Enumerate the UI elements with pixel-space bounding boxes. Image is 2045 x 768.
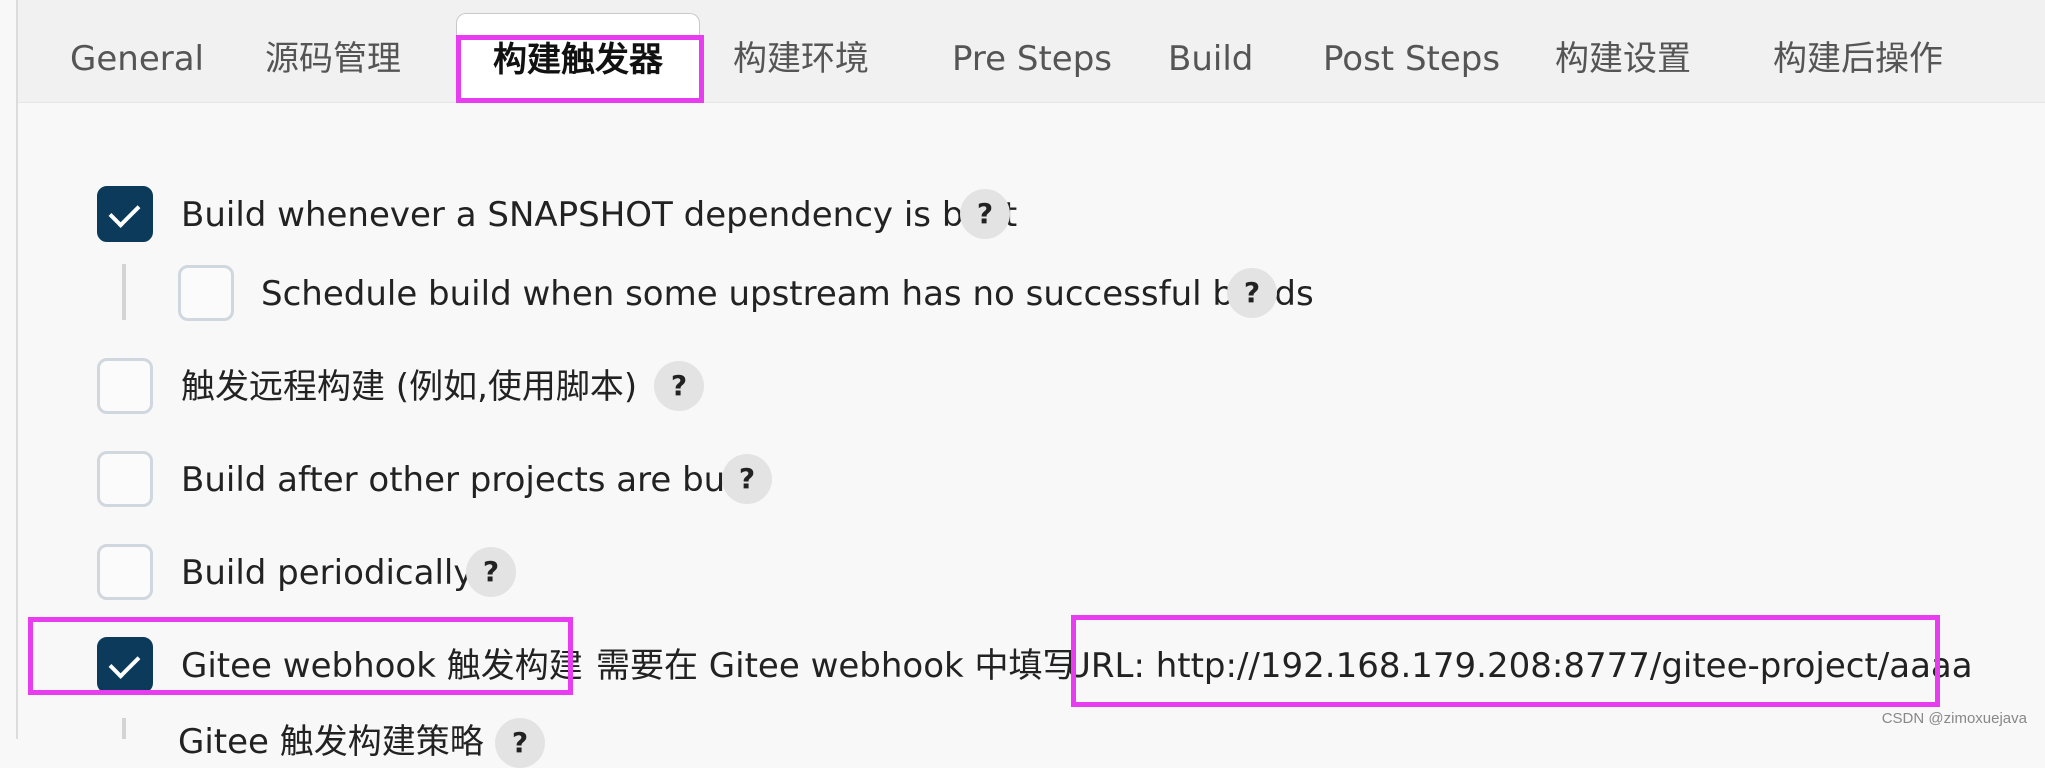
help-icon[interactable]: ? [466, 547, 516, 597]
help-icon[interactable]: ? [495, 718, 545, 768]
snapshot-dependency-label: Build whenever a SNAPSHOT dependency is … [181, 195, 1018, 235]
tab-post-steps[interactable]: Post Steps [1323, 0, 1500, 102]
tab-build-settings[interactable]: 构建设置 [1555, 0, 1691, 102]
page-left-border [16, 0, 18, 739]
tab-post-build-actions[interactable]: 构建后操作 [1773, 0, 1943, 102]
gitee-trigger-policy-label: Gitee 触发构建策略 [178, 722, 484, 762]
tab-build[interactable]: Build [1168, 0, 1253, 102]
gitee-webhook-hint: 需要在 Gitee webhook 中填写 [596, 646, 1077, 686]
gitee-webhook-checkbox[interactable] [97, 637, 153, 693]
schedule-upstream-checkbox[interactable] [178, 265, 234, 321]
build-periodically-label: Build periodically [181, 553, 474, 593]
help-icon[interactable]: ? [960, 189, 1010, 239]
build-after-other-label: Build after other projects are built [181, 460, 758, 500]
tab-source-control[interactable]: 源码管理 [265, 0, 401, 102]
gitee-webhook-url: URL: http://192.168.179.208:8777/gitee-p… [1066, 646, 1973, 686]
help-icon[interactable]: ? [1227, 268, 1277, 318]
build-periodically-checkbox[interactable] [97, 544, 153, 600]
nested-indent-line [122, 718, 126, 739]
checkmark-icon [108, 647, 141, 679]
tab-build-triggers[interactable]: 构建触发器 [456, 13, 700, 103]
build-after-other-checkbox[interactable] [97, 451, 153, 507]
config-tab-bar: General 源码管理 构建触发器 构建环境 Pre Steps Build … [18, 0, 2045, 103]
checkmark-icon [108, 196, 141, 228]
help-icon[interactable]: ? [654, 361, 704, 411]
remote-trigger-label: 触发远程构建 (例如,使用脚本) [181, 367, 638, 407]
tab-pre-steps[interactable]: Pre Steps [952, 0, 1112, 102]
tab-general[interactable]: General [70, 0, 204, 102]
snapshot-dependency-checkbox[interactable] [97, 186, 153, 242]
nested-indent-line [122, 264, 126, 320]
help-icon[interactable]: ? [722, 454, 772, 504]
remote-trigger-checkbox[interactable] [97, 358, 153, 414]
schedule-upstream-label: Schedule build when some upstream has no… [261, 274, 1314, 314]
gitee-webhook-label: Gitee webhook 触发构建 [181, 646, 583, 686]
tab-build-environment[interactable]: 构建环境 [733, 0, 869, 102]
watermark: CSDN @zimoxuejava [1881, 710, 2027, 727]
